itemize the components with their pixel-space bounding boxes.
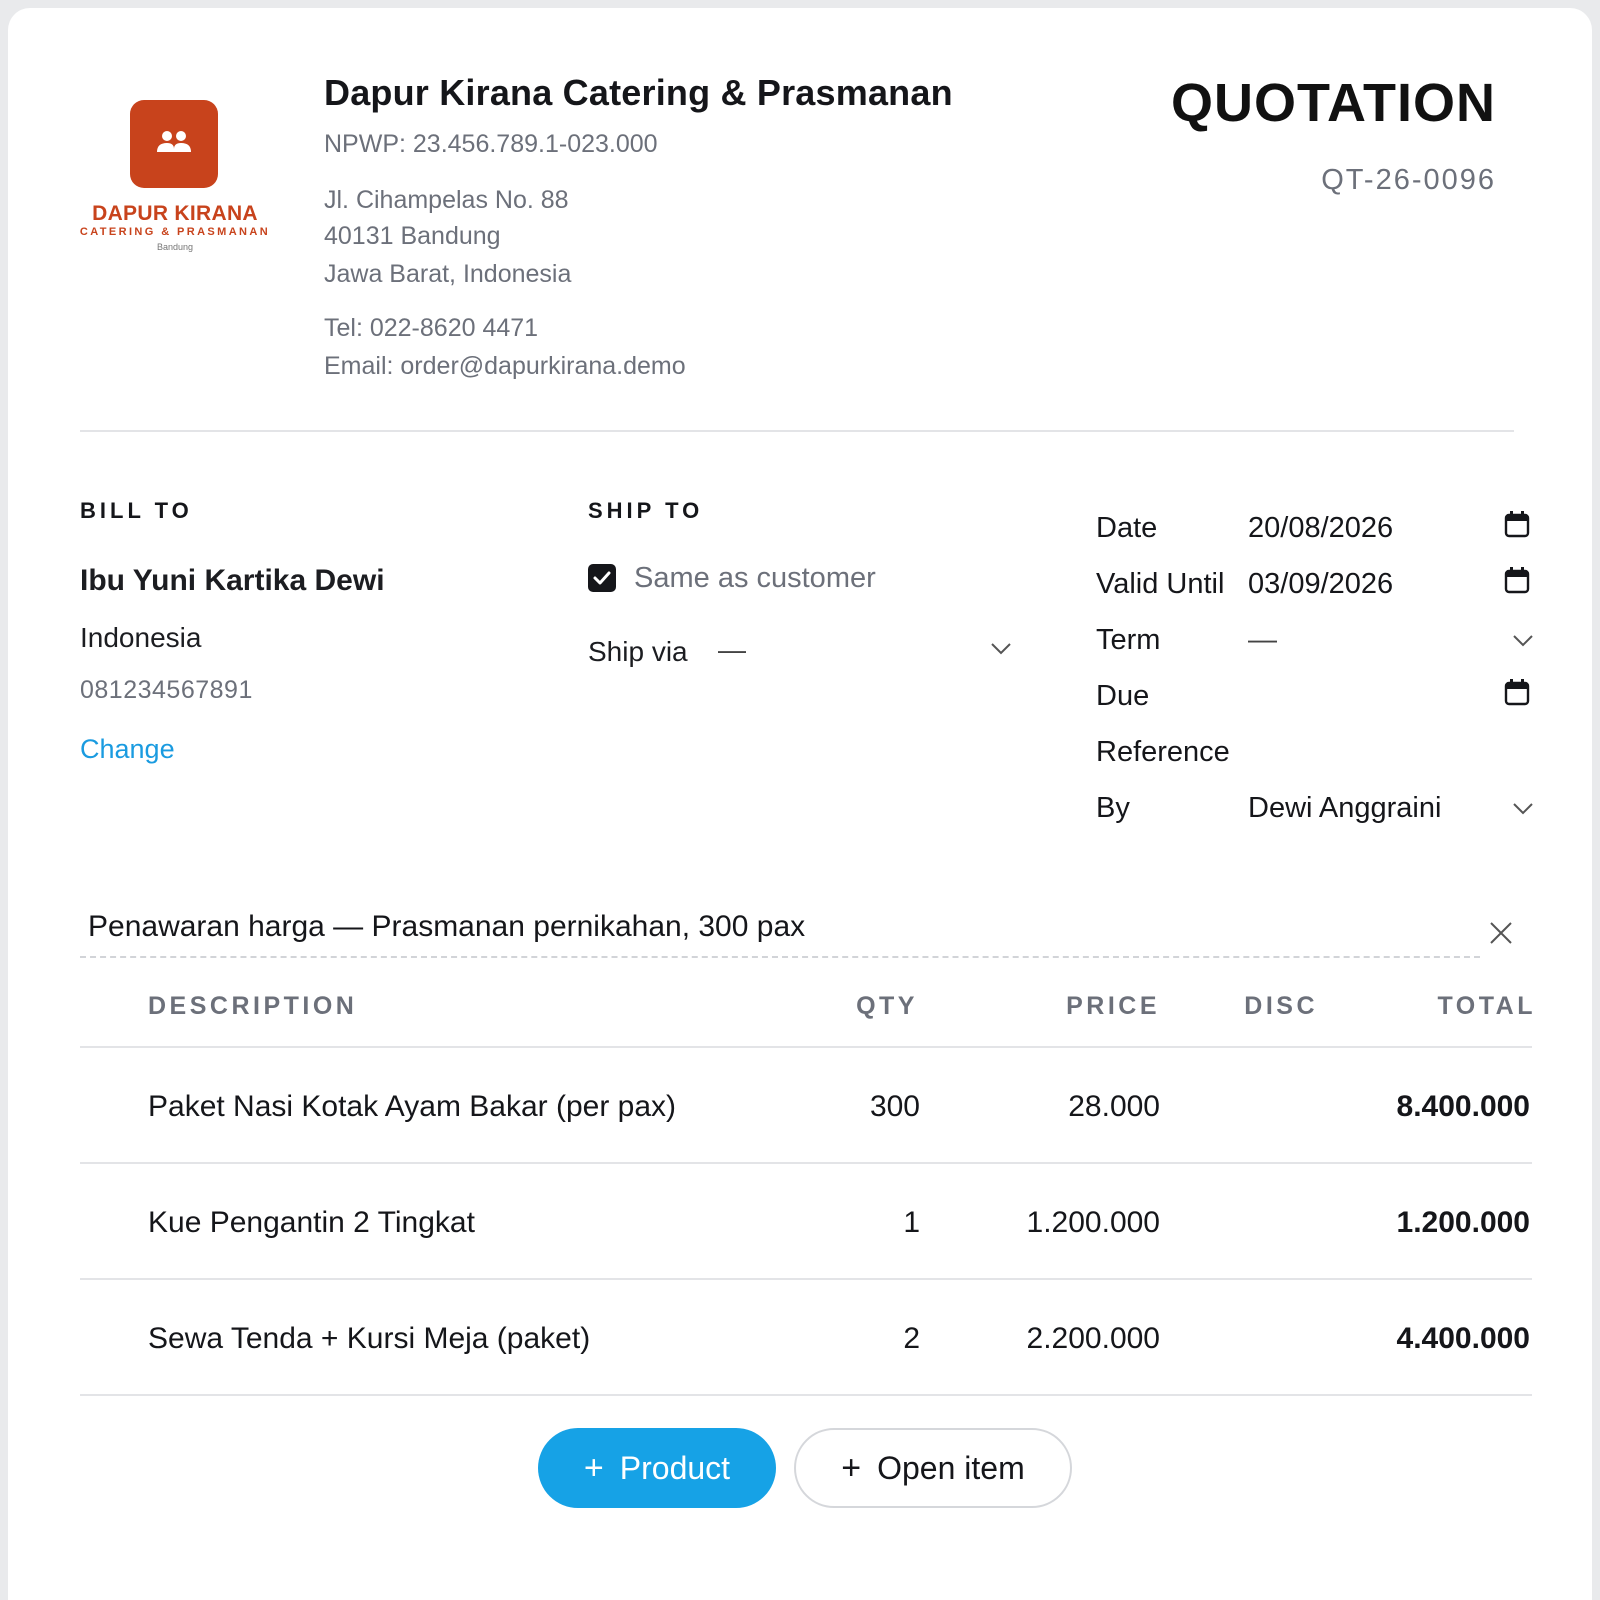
valid-until-label: Valid Until xyxy=(1096,568,1225,600)
table-row-divider xyxy=(80,1162,1532,1164)
logo-name: DAPUR KIRANA xyxy=(92,202,258,225)
ship-to-label: SHIP TO xyxy=(588,498,704,523)
date-input[interactable]: 20/08/2026 xyxy=(1248,512,1393,545)
plus-icon: + xyxy=(583,1448,604,1487)
table-row-3-description[interactable]: Sewa Tenda + Kursi Meja (paket) xyxy=(148,1322,590,1356)
table-row-3-total: 4.400.000 xyxy=(1396,1322,1530,1355)
ship-via-chevron-down-icon[interactable] xyxy=(990,642,1012,656)
by-select[interactable]: Dewi Anggraini xyxy=(1248,792,1441,825)
document-number: QT-26-0096 xyxy=(1321,164,1496,196)
table-row-3-qty[interactable]: 2 xyxy=(788,1322,920,1356)
table-bottom-divider xyxy=(80,1394,1532,1396)
people-icon xyxy=(157,131,191,152)
plus-icon: + xyxy=(841,1448,862,1487)
quotation-note[interactable]: Penawaran harga — Prasmanan pernikahan, … xyxy=(88,910,805,944)
by-label: By xyxy=(1096,792,1130,824)
close-icon[interactable] xyxy=(1488,920,1514,946)
column-header-description: DESCRIPTION xyxy=(148,992,358,1020)
add-product-button[interactable]: + Product xyxy=(538,1428,776,1508)
table-row-1-qty[interactable]: 300 xyxy=(788,1090,920,1124)
company-logo xyxy=(130,100,218,188)
header-divider xyxy=(80,430,1514,432)
customer-name: Ibu Yuni Kartika Dewi xyxy=(80,564,385,597)
valid-until-input[interactable]: 03/09/2026 xyxy=(1248,568,1393,601)
checkmark-icon xyxy=(593,571,611,585)
company-npwp: NPWP: 23.456.789.1-023.000 xyxy=(324,130,658,158)
table-row-2-description[interactable]: Kue Pengantin 2 Tingkat xyxy=(148,1206,475,1240)
reference-label: Reference xyxy=(1096,736,1230,768)
column-header-price: PRICE xyxy=(1066,992,1160,1020)
date-label: Date xyxy=(1096,512,1158,544)
logo-city: Bandung xyxy=(156,242,194,252)
document-title: QUOTATION xyxy=(1171,73,1496,133)
customer-country: Indonesia xyxy=(80,622,202,653)
table-row-1-description[interactable]: Paket Nasi Kotak Ayam Bakar (per pax) xyxy=(148,1090,676,1124)
by-chevron-down-icon[interactable] xyxy=(1512,802,1534,816)
company-email: Email: order@dapurkirana.demo xyxy=(324,352,686,380)
same-as-customer-label: Same as customer xyxy=(634,562,876,594)
term-label: Term xyxy=(1096,624,1161,656)
term-chevron-down-icon[interactable] xyxy=(1512,634,1534,648)
table-row-2-qty[interactable]: 1 xyxy=(788,1206,920,1240)
column-header-qty: QTY xyxy=(856,992,918,1020)
due-label: Due xyxy=(1096,680,1150,712)
date-calendar-icon[interactable] xyxy=(1504,510,1530,538)
table-row-1-total: 8.400.000 xyxy=(1396,1090,1530,1123)
add-open-item-button[interactable]: + Open item xyxy=(794,1428,1072,1508)
table-row-3-price[interactable]: 2.200.000 xyxy=(968,1322,1160,1356)
company-address-line1: Jl. Cihampelas No. 88 xyxy=(324,186,569,214)
note-underline xyxy=(80,956,1480,958)
add-open-item-label: Open item xyxy=(877,1449,1025,1486)
table-row-divider xyxy=(80,1278,1532,1280)
table-row-2-total: 1.200.000 xyxy=(1396,1206,1530,1239)
bill-to-label: BILL TO xyxy=(80,498,193,523)
customer-phone: 081234567891 xyxy=(80,676,253,704)
quotation-card: DAPUR KIRANA CATERING & PRASMANAN Bandun… xyxy=(8,8,1592,1600)
column-header-total: TOTAL xyxy=(1437,992,1536,1020)
change-customer-link[interactable]: Change xyxy=(80,734,175,765)
add-product-label: Product xyxy=(619,1449,731,1486)
column-header-disc: DISC xyxy=(1244,992,1318,1020)
company-phone: Tel: 022-8620 4471 xyxy=(324,314,539,342)
due-calendar-icon[interactable] xyxy=(1504,678,1530,706)
table-row-2-price[interactable]: 1.200.000 xyxy=(968,1206,1160,1240)
table-row-1-price[interactable]: 28.000 xyxy=(968,1090,1160,1124)
company-address-line2: 40131 Bandung xyxy=(324,222,501,250)
ship-via-select[interactable]: — xyxy=(718,634,746,666)
term-select[interactable]: — xyxy=(1248,624,1277,657)
table-header-divider xyxy=(80,1046,1532,1048)
ship-via-label: Ship via xyxy=(588,636,688,667)
company-address-line3: Jawa Barat, Indonesia xyxy=(324,260,572,288)
company-name: Dapur Kirana Catering & Prasmanan xyxy=(324,72,953,113)
same-as-customer-checkbox[interactable] xyxy=(588,564,616,592)
logo-tagline: CATERING & PRASMANAN xyxy=(79,226,271,238)
valid-until-calendar-icon[interactable] xyxy=(1504,566,1530,594)
